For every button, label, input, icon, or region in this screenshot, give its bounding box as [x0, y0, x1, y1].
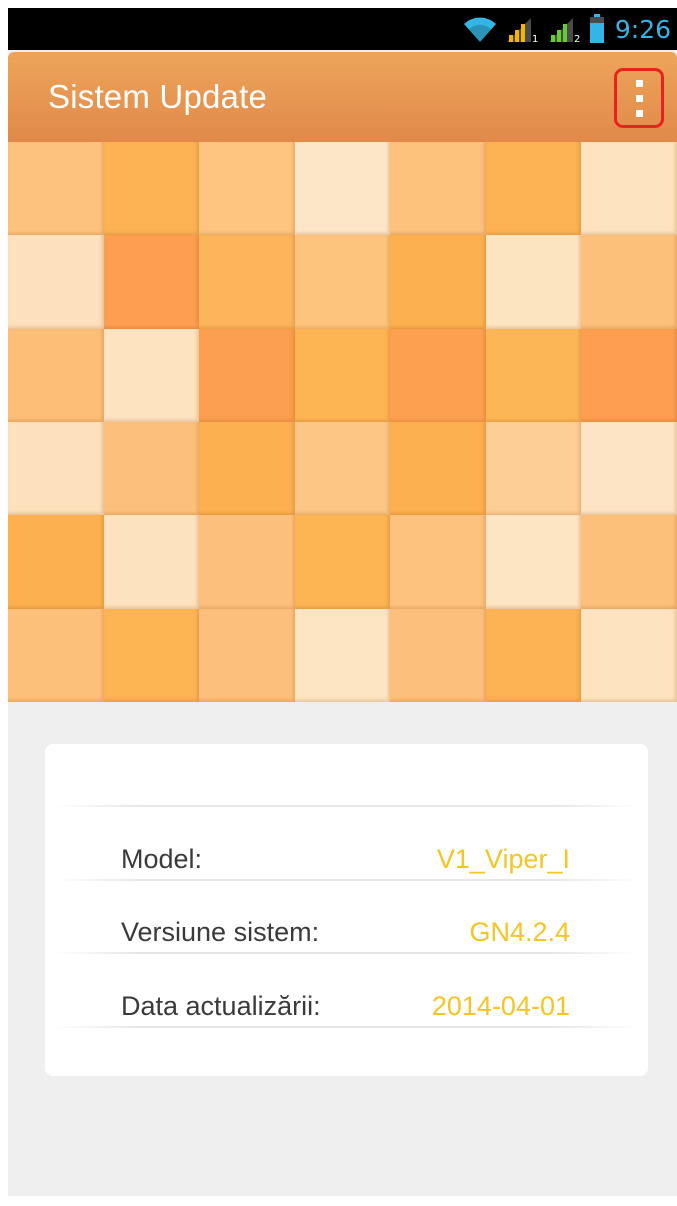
- mosaic-tile: [485, 142, 582, 236]
- status-time: 9:26: [614, 14, 671, 44]
- mosaic-tile: [294, 515, 391, 609]
- mosaic-tile: [485, 235, 582, 329]
- mosaic-tile: [8, 422, 104, 516]
- info-card: Model: V1_Viper_I Versiune sistem: GN4.2…: [45, 744, 648, 1076]
- mosaic-tile: [294, 422, 391, 516]
- mosaic-tile: [8, 608, 104, 702]
- mosaic-tile: [581, 515, 677, 609]
- svg-text:2: 2: [574, 34, 580, 43]
- info-row-system-version: Versiune sistem: GN4.2.4: [45, 912, 648, 952]
- mosaic-tile: [581, 608, 677, 702]
- screenshot-frame-left: [0, 0, 8, 1206]
- system-version-value: GN4.2.4: [469, 917, 570, 947]
- mosaic-tile: [485, 608, 582, 702]
- info-row-model: Model: V1_Viper_I: [45, 839, 648, 879]
- mosaic-tile: [103, 608, 200, 702]
- phone-screen: 1 2 9:26 Sistem Update Model: V1_Viper_I…: [8, 8, 677, 1196]
- mosaic-tile: [390, 328, 486, 422]
- mosaic-tile: [390, 142, 486, 236]
- mosaic-tile: [199, 422, 295, 516]
- signal-sim1-icon: 1: [505, 15, 539, 43]
- update-date-value: 2014-04-01: [431, 991, 570, 1021]
- mosaic-tile: [390, 422, 486, 516]
- mosaic-tile: [103, 235, 200, 329]
- status-bar: 1 2 9:26: [8, 8, 677, 50]
- model-label: Model:: [121, 844, 203, 874]
- system-version-label: Versiune sistem:: [121, 917, 320, 947]
- mosaic-tile: [103, 328, 200, 422]
- screenshot-frame-bottom: [0, 1196, 677, 1206]
- update-date-label: Data actualizării:: [121, 991, 321, 1021]
- signal-sim2-icon: 2: [547, 15, 581, 43]
- mosaic-tile: [294, 328, 391, 422]
- svg-text:1: 1: [532, 34, 538, 43]
- mosaic-tile: [390, 608, 486, 702]
- divider: [53, 879, 640, 881]
- mosaic-tile: [485, 422, 582, 516]
- mosaic-tile: [103, 422, 200, 516]
- divider: [53, 952, 640, 954]
- mosaic-tile: [8, 235, 104, 329]
- mosaic-tile: [581, 142, 677, 236]
- wifi-icon: [463, 15, 497, 43]
- mosaic-tile: [199, 515, 295, 609]
- mosaic-tile: [294, 235, 391, 329]
- model-value: V1_Viper_I: [436, 844, 570, 874]
- mosaic-tile: [199, 235, 295, 329]
- status-icons: 1 2 9:26: [463, 8, 671, 50]
- mosaic-tile: [294, 142, 391, 236]
- page-title: Sistem Update: [48, 78, 268, 115]
- mosaic-tile: [103, 515, 200, 609]
- app-bar: Sistem Update: [8, 52, 677, 142]
- battery-icon: [589, 14, 605, 44]
- mosaic-tile: [199, 328, 295, 422]
- mosaic-tile: [581, 235, 677, 329]
- mosaic-tile: [8, 142, 104, 236]
- mosaic-tile: [8, 515, 104, 609]
- overflow-menu-button[interactable]: [614, 68, 664, 128]
- divider: [53, 805, 640, 807]
- divider: [53, 1026, 640, 1028]
- mosaic-tile: [581, 328, 677, 422]
- mosaic-tile: [390, 235, 486, 329]
- mosaic-tile: [581, 422, 677, 516]
- mosaic-tile: [485, 328, 582, 422]
- header-mosaic-banner: [8, 142, 677, 702]
- mosaic-tile: [8, 328, 104, 422]
- info-row-update-date: Data actualizării: 2014-04-01: [45, 986, 648, 1026]
- mosaic-tile: [199, 142, 295, 236]
- mosaic-tile: [294, 608, 391, 702]
- mosaic-tile: [390, 515, 486, 609]
- mosaic-tile: [199, 608, 295, 702]
- mosaic-tile: [485, 515, 582, 609]
- mosaic-tile: [103, 142, 200, 236]
